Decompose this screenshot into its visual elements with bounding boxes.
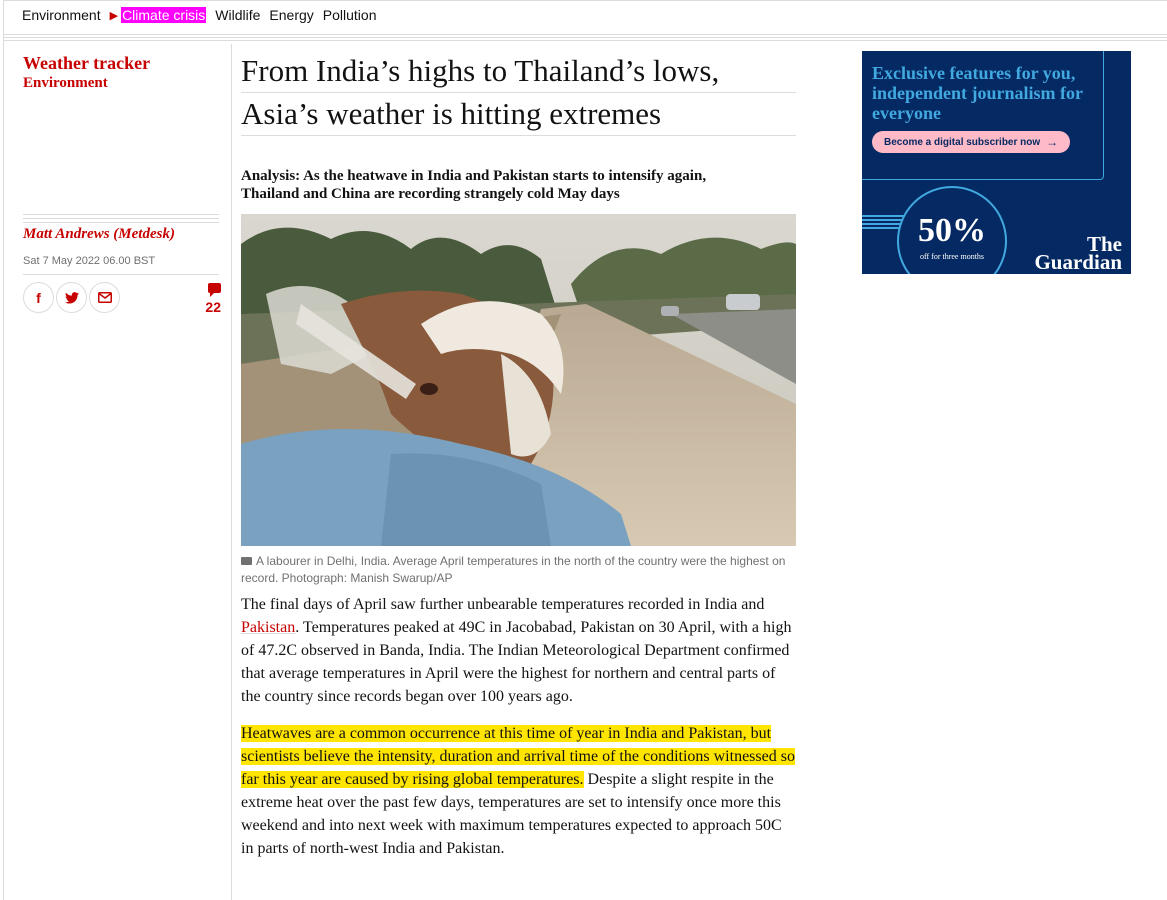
subnav-item-wildlife[interactable]: Wildlife (215, 7, 260, 23)
offer-circle: 50% off for three months (897, 186, 1007, 274)
article-main: From India’s highs to Thailand’s lows, A… (241, 44, 796, 857)
headline-line-2: Asia’s weather is hitting extremes (241, 93, 796, 136)
byline[interactable]: Matt Andrews (Metdesk) (23, 226, 175, 243)
subnav-item-energy[interactable]: Energy (269, 7, 313, 23)
article-body: The final days of April saw further unbe… (241, 593, 796, 874)
divider (23, 274, 219, 275)
comment-count[interactable]: 22 (201, 299, 221, 315)
page-container: Environment ▶ Climate crisis Wildlife Ene… (3, 0, 1167, 900)
subnav-item-climate-crisis[interactable]: ▶ Climate crisis (110, 7, 207, 23)
subnav-item-pollution[interactable]: Pollution (323, 7, 377, 23)
camera-icon (241, 557, 252, 565)
subnav-item-environment[interactable]: Environment (22, 7, 101, 23)
guardian-logo: The Guardian (1034, 232, 1122, 274)
publish-date: Sat 7 May 2022 06.00 BST (23, 255, 156, 267)
arrow-right-icon: → (1046, 135, 1059, 149)
email-icon[interactable] (89, 282, 120, 313)
twitter-icon[interactable] (56, 282, 87, 313)
article-meta: Weather tracker Environment Matt Andrews… (23, 44, 221, 315)
paragraph-2: Heatwaves are a common occurrence at thi… (241, 725, 795, 857)
facebook-icon[interactable]: f (23, 282, 54, 313)
section-label[interactable]: Environment (23, 73, 219, 93)
headline: From India’s highs to Thailand’s lows, A… (241, 50, 796, 136)
comment-bubble-icon (208, 283, 221, 297)
subscribe-button[interactable]: Become a digital subscriber now → (872, 131, 1071, 153)
meta-rules (23, 214, 219, 226)
arrow-right-icon: ▶ (109, 9, 119, 22)
share-buttons: f (23, 282, 122, 313)
main-photo (241, 214, 796, 546)
offer-text: off for three months (919, 252, 985, 261)
column-divider (231, 44, 232, 900)
standfirst: Analysis: As the heatwave in India and P… (241, 168, 707, 202)
headline-line-1: From India’s highs to Thailand’s lows, (241, 50, 796, 93)
paragraph-1: The final days of April saw further unbe… (241, 596, 792, 705)
offer-percent: 50% (918, 212, 986, 249)
series-label[interactable]: Weather tracker (23, 53, 219, 73)
section-subnav: Environment ▶ Climate crisis Wildlife Ene… (4, 0, 1167, 34)
comment-count-link[interactable]: 22 (201, 280, 221, 315)
header-rules (4, 34, 1167, 44)
subscription-ad[interactable]: Exclusive features for you, independent … (862, 51, 1131, 274)
pakistan-link[interactable]: Pakistan (241, 619, 295, 636)
ad-headline: Exclusive features for you, independent … (872, 63, 1083, 123)
photo-caption: A labourer in Delhi, India. Average Apri… (241, 554, 786, 585)
